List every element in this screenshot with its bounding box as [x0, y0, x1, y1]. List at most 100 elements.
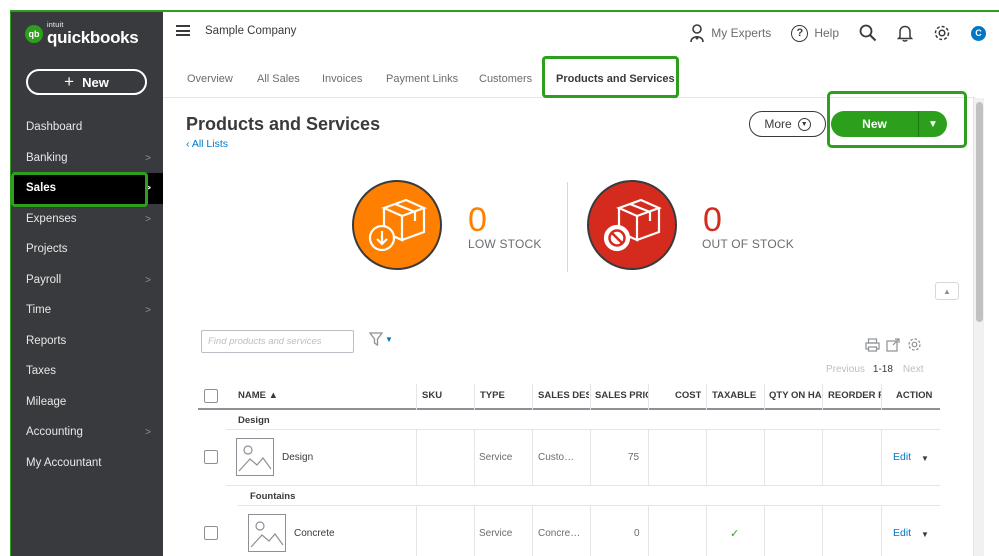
- tab-invoices[interactable]: Invoices: [322, 73, 362, 85]
- filter-icon: [369, 332, 383, 346]
- plus-icon: +: [64, 72, 75, 91]
- box-down-arrow-icon: [368, 198, 427, 252]
- col-taxable-header[interactable]: TAXABLE: [712, 390, 756, 401]
- item-name[interactable]: Concrete: [294, 528, 335, 539]
- pager-next[interactable]: Next: [903, 364, 924, 375]
- sidebar: qb intuit quickbooks + New Dashboard Ban…: [11, 12, 163, 556]
- sidebar-item-label: My Accountant: [26, 456, 102, 469]
- sidebar-item-banking[interactable]: Banking >: [11, 143, 163, 174]
- chevron-down-icon: ▼: [385, 334, 393, 344]
- tab-highlight-outline: [542, 56, 679, 98]
- quickbooks-logo[interactable]: qb intuit quickbooks: [25, 22, 139, 46]
- tab-overview[interactable]: Overview: [187, 73, 233, 85]
- tab-all-sales[interactable]: All Sales: [257, 73, 300, 85]
- all-lists-label: All Lists: [191, 138, 229, 150]
- sidebar-item-label: Payroll: [26, 273, 62, 286]
- app-frame: qb intuit quickbooks + New Dashboard Ban…: [10, 10, 999, 556]
- company-name: Sample Company: [205, 25, 297, 37]
- col-cost-header[interactable]: COST: [675, 390, 701, 401]
- group-row: Fountains: [238, 486, 940, 506]
- notifications-button[interactable]: [897, 24, 913, 42]
- new-button-highlight-outline: [827, 91, 967, 148]
- pager-range: 1-18: [872, 364, 893, 375]
- col-qty-header[interactable]: QTY ON HA: [769, 390, 822, 401]
- global-new-label: New: [82, 74, 109, 90]
- more-label: More: [764, 117, 792, 131]
- tab-customers[interactable]: Customers: [479, 73, 532, 85]
- col-action-header: ACTION: [896, 390, 933, 401]
- stock-divider: [567, 182, 568, 272]
- sidebar-item-mileage[interactable]: Mileage: [11, 387, 163, 418]
- export-icon[interactable]: [886, 337, 901, 357]
- global-new-button[interactable]: + New: [26, 69, 147, 95]
- chevron-right-icon: >: [145, 274, 151, 286]
- collapse-panel-button[interactable]: ▲: [935, 282, 959, 300]
- col-sku-header[interactable]: SKU: [422, 390, 442, 401]
- chevron-down-icon[interactable]: ▼: [921, 530, 929, 539]
- sidebar-item-label: Reports: [26, 334, 67, 347]
- sidebar-item-label: Dashboard: [26, 121, 83, 134]
- table-row: Concrete Service Concre… 0 ✓ Edit ▼: [204, 506, 940, 556]
- pager-previous[interactable]: Previous: [826, 364, 865, 375]
- row-checkbox[interactable]: [204, 526, 218, 540]
- hamburger-menu-icon[interactable]: [176, 25, 190, 36]
- col-sales-desc-header[interactable]: SALES DESC: [538, 390, 589, 401]
- box-blocked-icon: [603, 198, 662, 252]
- col-type-header[interactable]: TYPE: [480, 390, 505, 401]
- chevron-down-icon[interactable]: ▼: [921, 454, 929, 463]
- product-search-input[interactable]: Find products and services: [201, 330, 354, 353]
- sidebar-item-expenses[interactable]: Expenses >: [11, 204, 163, 235]
- gear-icon[interactable]: [907, 337, 922, 357]
- my-experts-label: My Experts: [711, 26, 772, 40]
- out-of-stock-count[interactable]: 0: [703, 203, 722, 237]
- settings-button[interactable]: [933, 24, 951, 42]
- gear-icon: [934, 25, 950, 41]
- sidebar-nav: Dashboard Banking > Sales > Expenses > Proj…: [11, 112, 163, 478]
- user-avatar[interactable]: C: [971, 25, 986, 41]
- low-stock-button[interactable]: [352, 180, 442, 270]
- item-sales-price: 75: [628, 452, 640, 463]
- low-stock-count[interactable]: 0: [468, 203, 487, 237]
- scrollbar-thumb[interactable]: [976, 102, 983, 322]
- sidebar-item-reports[interactable]: Reports: [11, 326, 163, 357]
- col-sales-price-header[interactable]: SALES PRIC: [595, 390, 648, 401]
- col-name-header[interactable]: NAME ▲: [238, 390, 278, 401]
- sidebar-item-my-accountant[interactable]: My Accountant: [11, 448, 163, 479]
- edit-link[interactable]: Edit: [893, 527, 911, 539]
- main-content: Products and Services ‹ All Lists More ▼…: [163, 98, 975, 556]
- sidebar-item-accounting[interactable]: Accounting >: [11, 417, 163, 448]
- sidebar-item-label: Taxes: [26, 365, 57, 378]
- sidebar-item-dashboard[interactable]: Dashboard: [11, 112, 163, 143]
- more-button[interactable]: More ▼: [749, 111, 826, 137]
- all-lists-link[interactable]: ‹ All Lists: [186, 138, 228, 150]
- chevron-up-icon: ▲: [943, 286, 951, 296]
- image-placeholder-icon: [236, 438, 274, 476]
- item-type: Service: [479, 528, 513, 539]
- print-icon[interactable]: [865, 337, 880, 357]
- help-link[interactable]: ? Help: [791, 24, 839, 42]
- sidebar-item-payroll[interactable]: Payroll >: [11, 265, 163, 296]
- out-of-stock-label: OUT OF STOCK: [702, 237, 794, 251]
- sidebar-item-label: Projects: [26, 243, 68, 256]
- image-placeholder-icon: [248, 514, 286, 552]
- item-sales-desc: Concre…: [538, 528, 581, 539]
- filter-button[interactable]: ▼: [369, 332, 393, 346]
- top-bar: Sample Company My Experts ? Help C: [163, 12, 999, 54]
- my-experts-link[interactable]: My Experts: [689, 23, 771, 43]
- item-name[interactable]: Design: [282, 452, 313, 463]
- select-all-checkbox[interactable]: [204, 389, 218, 403]
- tab-payment-links[interactable]: Payment Links: [386, 73, 458, 85]
- table-row: Design Service Custo… 75 Edit ▼: [204, 430, 940, 486]
- item-sales-price: 0: [634, 528, 640, 539]
- sidebar-item-taxes[interactable]: Taxes: [11, 356, 163, 387]
- sales-highlight-outline: [11, 172, 148, 207]
- edit-link[interactable]: Edit: [893, 451, 911, 463]
- col-reorder-header[interactable]: REORDER P: [828, 390, 881, 401]
- search-button[interactable]: [859, 24, 877, 42]
- row-checkbox[interactable]: [204, 450, 218, 464]
- out-of-stock-button[interactable]: [587, 180, 677, 270]
- page-scrollbar[interactable]: [973, 98, 984, 556]
- sidebar-item-projects[interactable]: Projects: [11, 234, 163, 265]
- chevron-down-icon: ▼: [797, 117, 811, 131]
- sidebar-item-time[interactable]: Time >: [11, 295, 163, 326]
